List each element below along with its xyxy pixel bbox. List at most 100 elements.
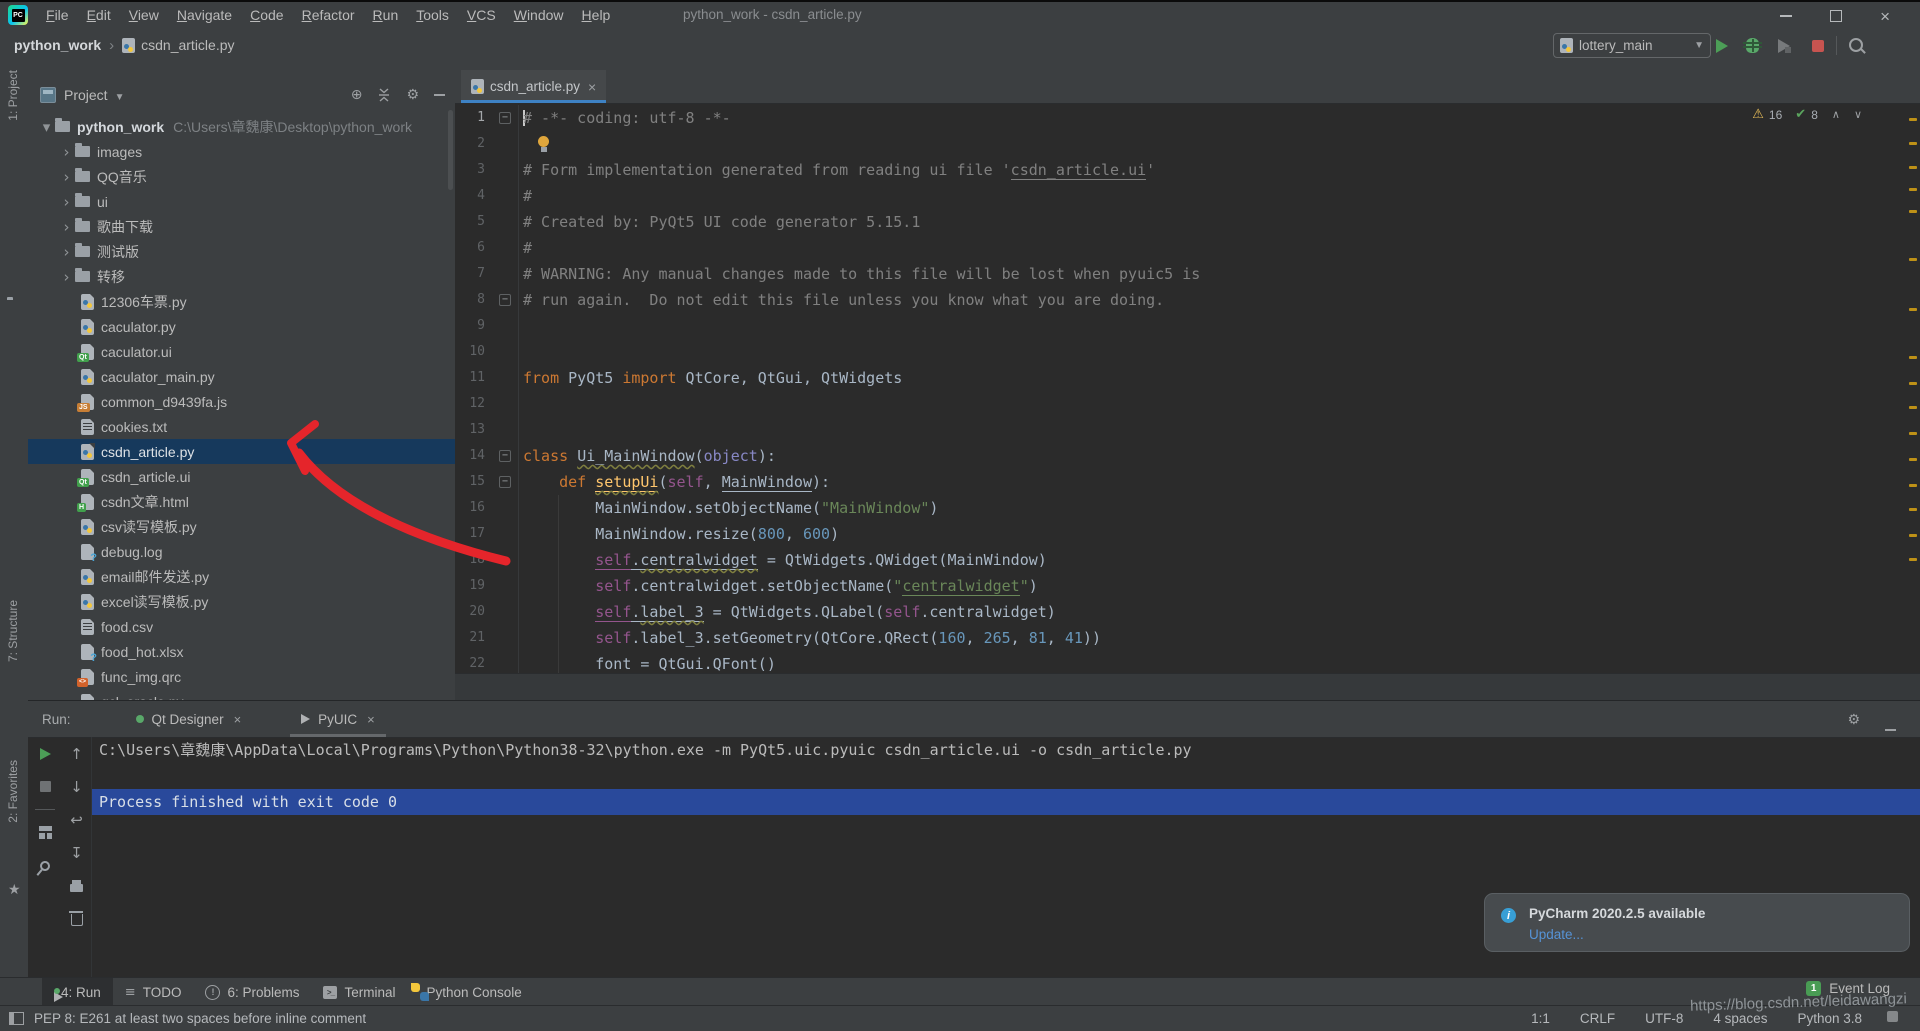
code-text[interactable]: self.centralwidget = QtWidgets.QWidget(M…: [519, 547, 1047, 573]
error-stripe-mark[interactable]: [1909, 166, 1917, 169]
chevron-down-icon[interactable]: ▾: [38, 118, 55, 136]
console-result-selected-line[interactable]: Process finished with exit code 0: [92, 789, 1920, 815]
code-text[interactable]: self.label_3.setGeometry(QtCore.QRect(16…: [519, 625, 1101, 651]
tree-file-row[interactable]: email邮件发送.py: [28, 564, 455, 589]
tree-file-row[interactable]: food.csv: [28, 614, 455, 639]
error-stripe-mark[interactable]: [1909, 406, 1917, 409]
close-tab-icon[interactable]: ×: [588, 79, 596, 95]
menu-item-window[interactable]: Window: [505, 7, 573, 23]
close-icon[interactable]: ×: [1880, 8, 1890, 25]
status-item-1-1[interactable]: 1:1: [1531, 1011, 1550, 1026]
project-scrollbar[interactable]: [448, 110, 453, 190]
tree-file-row[interactable]: csdn_article.py: [28, 439, 455, 464]
clear-console-icon[interactable]: [62, 902, 91, 935]
up-stack-trace-icon[interactable]: ↑: [62, 737, 91, 770]
tree-file-row[interactable]: cookies.txt: [28, 414, 455, 439]
project-panel-title[interactable]: Project: [64, 87, 108, 103]
chevron-right-icon[interactable]: ›: [58, 268, 75, 286]
code-text[interactable]: # Form implementation generated from rea…: [519, 157, 1155, 183]
fold-marker-icon[interactable]: [485, 105, 519, 131]
close-tab-icon[interactable]: ×: [367, 712, 375, 727]
error-stripe-mark[interactable]: [1909, 508, 1917, 511]
status-item-utf-8[interactable]: UTF-8: [1645, 1011, 1683, 1026]
tree-file-row[interactable]: JScommon_d9439fa.js: [28, 389, 455, 414]
tree-folder-row[interactable]: ›ui: [28, 189, 455, 214]
breadcrumb-project[interactable]: python_work: [14, 37, 101, 53]
run-button[interactable]: [1716, 39, 1728, 53]
intention-bulb-icon[interactable]: [537, 136, 550, 153]
tree-root-row[interactable]: ▾ python_work C:\Users\章魏康\Desktop\pytho…: [28, 114, 455, 139]
toggle-toolwindows-icon[interactable]: [9, 1012, 24, 1025]
stop-process-button[interactable]: [28, 770, 62, 803]
minimize-icon[interactable]: [1780, 15, 1792, 17]
menu-item-tools[interactable]: Tools: [407, 7, 458, 23]
tree-folder-row[interactable]: ›QQ音乐: [28, 164, 455, 189]
tree-file-row[interactable]: excel读写模板.py: [28, 589, 455, 614]
error-stripe-mark[interactable]: [1909, 118, 1917, 121]
error-stripe-mark[interactable]: [1909, 432, 1917, 435]
run-tab-qt-designer[interactable]: Qt Designer×: [131, 701, 247, 737]
locate-file-icon[interactable]: ⊕: [351, 87, 363, 103]
restore-layout-button[interactable]: [28, 816, 62, 849]
chevron-right-icon[interactable]: ›: [58, 193, 75, 211]
tree-file-row[interactable]: Hcsdn文章.html: [28, 489, 455, 514]
tree-file-row[interactable]: 12306车票.py: [28, 289, 455, 314]
tree-folder-row[interactable]: ›images: [28, 139, 455, 164]
error-stripe-mark[interactable]: [1909, 558, 1917, 561]
code-text[interactable]: #: [519, 183, 532, 209]
code-text[interactable]: from PyQt5 import QtCore, QtGui, QtWidge…: [519, 365, 902, 391]
rerun-button[interactable]: [28, 737, 62, 770]
run-configuration-select[interactable]: lottery_main ▼: [1553, 33, 1711, 58]
gear-icon[interactable]: ⚙: [406, 87, 419, 103]
chevron-right-icon[interactable]: ›: [58, 143, 75, 161]
code-text[interactable]: [519, 391, 523, 417]
menu-item-edit[interactable]: Edit: [78, 7, 120, 23]
toolwindow-tab-4-run[interactable]: 4: Run: [42, 978, 113, 1006]
toolwindow-tab-todo[interactable]: ≡TODO: [113, 978, 194, 1006]
prev-problem-icon[interactable]: ∧: [1832, 108, 1840, 121]
favorites-star-icon[interactable]: ★: [8, 882, 21, 898]
tree-file-row[interactable]: csv读写模板.py: [28, 514, 455, 539]
fold-marker-icon[interactable]: [485, 443, 519, 469]
menu-item-refactor[interactable]: Refactor: [293, 7, 364, 23]
fold-marker-icon[interactable]: [485, 469, 519, 495]
error-stripe-mark[interactable]: [1909, 210, 1917, 213]
editor-tab[interactable]: csdn_article.py ×: [461, 70, 606, 103]
tree-folder-row[interactable]: ›测试版: [28, 239, 455, 264]
toolwindow-tab-terminal[interactable]: >_Terminal: [311, 978, 407, 1006]
status-item-python-3-8[interactable]: Python 3.8: [1797, 1011, 1862, 1026]
code-text[interactable]: [519, 339, 523, 365]
tree-file-row[interactable]: ?debug.log: [28, 539, 455, 564]
search-everywhere-icon[interactable]: [1849, 38, 1863, 52]
code-text[interactable]: MainWindow.resize(800, 600): [519, 521, 839, 547]
error-stripe-mark[interactable]: [1909, 308, 1917, 311]
inspections-widget[interactable]: ⚠ 16 ✔ 8 ∧ ∨: [1752, 107, 1862, 122]
code-text[interactable]: # -*- coding: utf-8 -*-: [519, 105, 731, 131]
error-stripe-mark[interactable]: [1909, 458, 1917, 461]
tree-folder-row[interactable]: ›转移: [28, 264, 455, 289]
chevron-right-icon[interactable]: ›: [58, 218, 75, 236]
status-item-crlf[interactable]: CRLF: [1580, 1011, 1615, 1026]
error-stripe-mark[interactable]: [1909, 258, 1917, 261]
run-tab-pyuic[interactable]: PyUIC×: [296, 701, 380, 737]
code-text[interactable]: [519, 131, 550, 157]
hide-panel-icon[interactable]: [1885, 718, 1896, 736]
fold-marker-icon[interactable]: [485, 287, 519, 313]
code-text[interactable]: MainWindow.setObjectName("MainWindow"): [519, 495, 938, 521]
chevron-right-icon[interactable]: ›: [58, 243, 75, 261]
code-text[interactable]: [519, 313, 523, 339]
tool-stripe-project[interactable]: 1: Project: [6, 70, 20, 121]
menu-item-file[interactable]: File: [37, 7, 78, 23]
tree-file-row[interactable]: caculator_main.py: [28, 364, 455, 389]
tree-file-row[interactable]: gcl_oracle.py: [28, 689, 455, 700]
maximize-icon[interactable]: [1830, 10, 1842, 22]
menu-item-run[interactable]: Run: [364, 7, 408, 23]
hide-panel-icon[interactable]: [434, 94, 445, 96]
code-text[interactable]: self.centralwidget.setObjectName("centra…: [519, 573, 1038, 599]
code-text[interactable]: def setupUi(self, MainWindow):: [519, 469, 830, 495]
status-indicator-icon[interactable]: [1887, 1011, 1898, 1022]
tool-stripe-structure[interactable]: 7: Structure: [6, 600, 20, 662]
error-stripe-mark[interactable]: [1909, 142, 1917, 145]
update-link[interactable]: Update...: [1529, 927, 1584, 942]
tree-file-row[interactable]: Qtcsdn_article.ui: [28, 464, 455, 489]
